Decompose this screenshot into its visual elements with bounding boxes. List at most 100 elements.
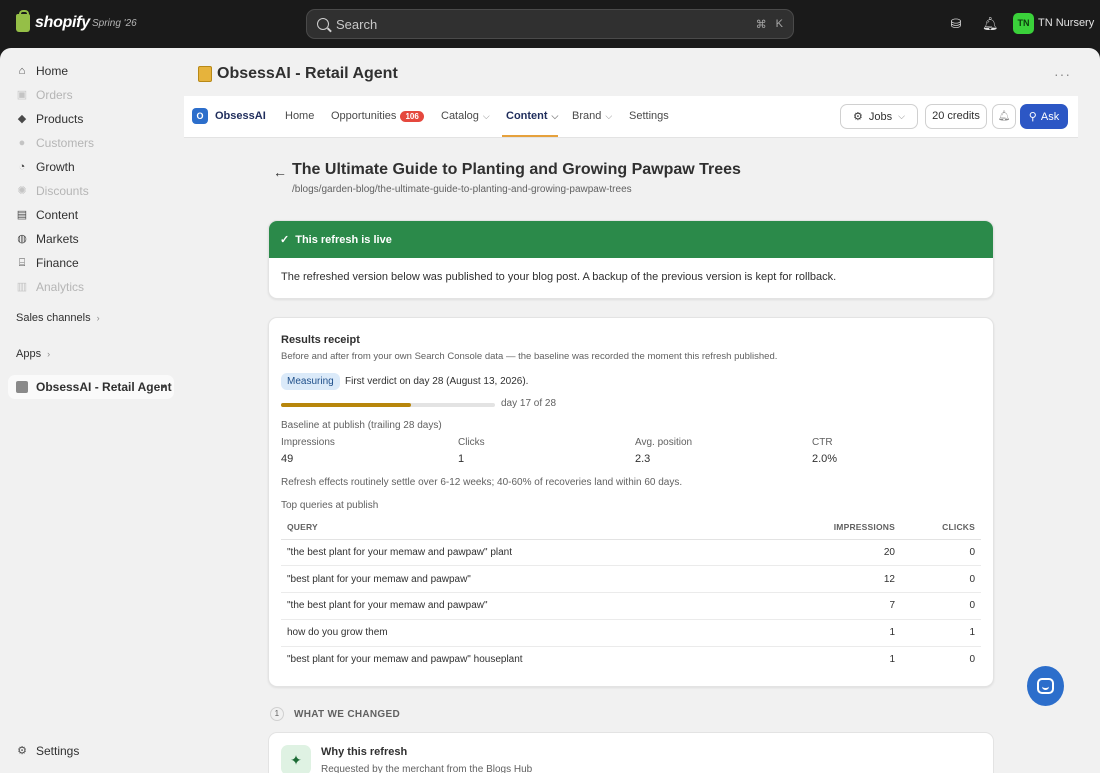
clicks-cell: 0 [901,539,981,567]
chevron-down-icon: ⌵ [551,110,559,121]
settle-note: Refresh effects routinely settle over 6-… [281,477,683,488]
results-title: Results receipt [281,334,360,346]
column-header-query: QUERY [281,515,771,540]
jobs-label: Jobs [868,110,893,123]
gear-icon: ⚙ [17,745,27,757]
status-badge: Measuring [281,373,340,390]
live-banner-body: The refreshed version below was publishe… [281,271,837,283]
page-title: ObsessAI - Retail Agent [217,65,398,82]
sidebar-item-home[interactable]: ⌂ Home [16,62,68,80]
sidebar-item-discounts[interactable]: ✺ Discounts [16,182,88,200]
article-path: /blogs/garden-blog/the-ultimate-guide-to… [292,184,632,195]
sidebar-item-obsessai[interactable]: ObsessAI - Retail Agent [8,375,174,399]
top-bar: shopify Spring '26 ⌘ K ⛁ 🔔︎ TN TN Nurser… [0,0,1100,48]
impressions-cell: 7 [771,592,901,620]
store-avatar[interactable]: TN [1013,13,1034,34]
table-row: "the best plant for your memaw and pawpa… [281,592,981,620]
live-banner: ✓ This refresh is live The refreshed ver… [268,220,994,299]
jobs-button[interactable]: ⚙ Jobs ⌵ [840,104,918,129]
notifications-button[interactable]: 🔔︎ [992,104,1016,129]
tab-label: Opportunities [331,110,397,122]
app-icon [16,381,28,393]
chat-support-button[interactable] [1027,666,1064,706]
chevron-right-icon: › [96,313,100,323]
sidebar-item-customers[interactable]: ● Customers [16,134,94,152]
sidebar-item-markets[interactable]: ◍ Markets [16,230,79,248]
bank-icon: ⌸ [18,257,26,269]
back-arrow-icon[interactable]: ← [273,164,287,180]
orders-icon: ▣ [16,89,28,101]
sidebar-item-finance[interactable]: ⌸ Finance [16,254,79,272]
impressions-cell: 20 [771,539,901,567]
sidebar-item-label: Growth [36,160,75,174]
query-cell: "best plant for your memaw and pawpaw" h… [287,654,523,666]
sidekick-icon[interactable]: ⛁ [948,16,964,32]
sales-channels-section[interactable]: Sales channels › [16,312,100,324]
metric-clicks-value: 1 [458,453,465,465]
chevron-down-icon: ⌵ [482,110,490,121]
clicks-cell: 1 [901,619,981,647]
baseline-label: Baseline at publish (trailing 28 days) [281,420,442,431]
progress-fill [281,403,411,407]
apps-section[interactable]: Apps › [16,348,50,360]
search-icon [317,18,329,30]
opportunities-count-badge: 106 [400,110,424,122]
search-input[interactable] [336,16,749,32]
chat-bubble-icon [1037,678,1054,694]
tab-content[interactable]: Content ⌵ [506,110,558,122]
chevron-right-icon: › [47,349,51,359]
column-header-clicks: CLICKS [901,515,981,540]
command-key: ⌘ [755,18,767,31]
search-bar[interactable]: ⌘ K [306,9,794,39]
discount-icon: ✺ [17,185,27,197]
impressions-cell: 1 [889,654,895,666]
store-name[interactable]: TN Nursery [1038,17,1094,29]
tab-settings[interactable]: Settings [629,110,669,122]
tab-label: Brand [572,110,602,122]
tab-brand[interactable]: Brand ⌵ [572,110,612,122]
sidebar-item-growth[interactable]: ◔ Growth [16,158,75,176]
ask-button[interactable]: ⚲ Ask [1020,104,1068,129]
bell-icon[interactable]: 🔔︎ [982,16,999,32]
sidebar-item-analytics[interactable]: ▥ Analytics [16,278,84,296]
tab-catalog[interactable]: Catalog ⌵ [441,110,490,122]
sidebar: ⌂ Home ▣ Orders ◆ Products ● Customers ◔… [0,48,184,773]
ask-label: Ask [1040,110,1060,123]
table-row: "best plant for your memaw and pawpaw" 1… [281,565,981,594]
query-cell: "the best plant for your memaw and pawpa… [281,539,771,567]
impressions-cell: 12 [771,565,901,594]
tab-label: Content [506,110,548,122]
tab-opportunities[interactable]: Opportunities 106 [331,110,424,122]
admin-frame: ⌂ Home ▣ Orders ◆ Products ● Customers ◔… [0,48,1100,773]
sidebar-item-content[interactable]: ▤ Content [16,206,78,224]
shopify-logo[interactable]: shopify [16,10,90,32]
sidebar-item-orders[interactable]: ▣ Orders [16,86,73,104]
app-brand-name[interactable]: ObsessAI [215,110,266,122]
sidebar-item-label: Content [36,208,79,222]
measurement-progress-bar [281,403,495,407]
more-actions-icon[interactable]: ··· [1054,66,1071,82]
sidebar-item-label: Home [36,64,69,78]
sidebar-item-products[interactable]: ◆ Products [16,110,84,128]
progress-label: day 17 of 28 [501,398,557,409]
metric-impressions-value: 49 [281,453,294,465]
bell-icon: 🔔︎ [997,111,1011,122]
sidebar-item-label: Markets [36,232,79,246]
why-subtitle: Requested by the merchant from the Blogs… [321,764,533,773]
chevron-down-icon: ⌵ [605,110,613,121]
pin-indicator-icon [162,385,165,388]
content-icon: ▤ [16,209,28,221]
impressions-cell: 1 [771,619,901,647]
metric-ctr-value: 2.0% [812,453,838,465]
table-row: "the best plant for your memaw and pawpa… [281,539,981,567]
obsessai-logo-icon[interactable]: O [192,108,208,124]
credits-button[interactable]: 20 credits [925,104,987,129]
globe-icon: ◍ [17,233,27,245]
sidebar-item-settings[interactable]: ⚙ Settings [16,742,79,760]
tab-home[interactable]: Home [285,110,314,122]
sidebar-item-label: Finance [36,256,79,270]
metric-position-value: 2.3 [635,453,651,465]
checkmark-icon: ✓ [280,234,290,246]
why-refresh-card: ✦ Why this refresh Requested by the merc… [268,732,994,773]
verdict-text: First verdict on day 28 (August 13, 2026… [345,376,529,387]
